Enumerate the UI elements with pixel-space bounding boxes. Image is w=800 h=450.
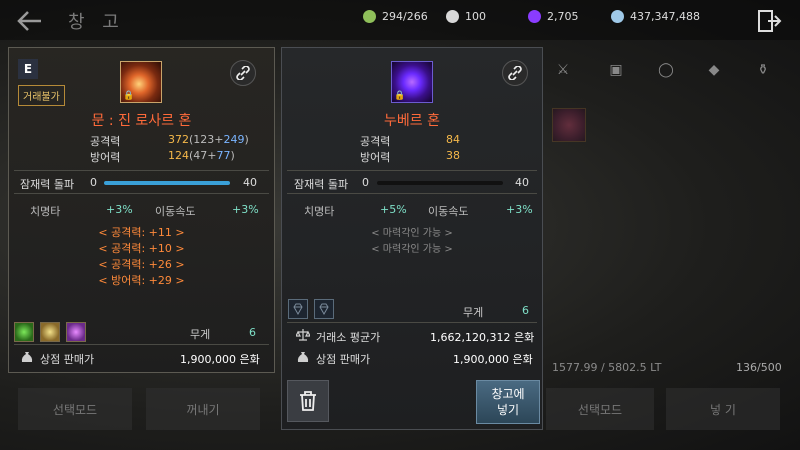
move-speed-label: 이동속도 <box>155 205 196 218</box>
inventory-tab-armor[interactable]: ▣ <box>605 62 627 84</box>
scale-icon <box>295 328 311 342</box>
lock-icon: 🔒 <box>394 91 406 101</box>
inventory-tab-accessory[interactable]: ◯ <box>655 62 677 84</box>
shop-price-label: 상점 판매가 <box>316 353 371 366</box>
resource-pearl: 100 <box>446 10 486 23</box>
coin-bag-icon <box>296 350 310 364</box>
trade-restricted-badge: 거래불가 <box>18 85 65 106</box>
take-out-button[interactable]: 꺼내기 <box>146 388 260 430</box>
weight-value: 6 <box>249 326 256 339</box>
pearl-icon <box>446 10 459 23</box>
potential-min: 0 <box>90 176 97 189</box>
resource-silver: 437,347,488 <box>611 10 700 23</box>
store-button-label: 창고에 넣기 <box>491 387 525 417</box>
potential-max: 40 <box>243 176 257 189</box>
shop-price-value: 1,900,000 은화 <box>453 353 533 366</box>
attack-value: 372(123+249) <box>168 133 249 146</box>
divider <box>14 344 269 345</box>
link-icon[interactable] <box>230 60 256 86</box>
attack-value: 84 <box>446 133 460 146</box>
potential-bar <box>377 181 503 185</box>
gem-slot-gold <box>40 322 60 342</box>
select-mode-button-right[interactable]: 선택모드 <box>546 388 654 430</box>
potential-label: 잠재력 돌파 <box>20 178 75 191</box>
weight-label: 무게 <box>190 328 211 341</box>
lock-icon: 🔒 <box>123 91 135 101</box>
attack-label: 공격력 <box>90 135 121 148</box>
shop-price-label: 상점 판매가 <box>40 353 95 366</box>
weight-label: 무게 <box>463 306 484 319</box>
item-name: 누베르 혼 <box>384 113 440 129</box>
delete-button[interactable] <box>287 380 329 422</box>
divider <box>287 322 537 323</box>
attack-label: 공격력 <box>360 135 391 148</box>
inventory-count: 136/500 <box>736 361 782 374</box>
silver-icon <box>611 10 624 23</box>
select-mode-button-left[interactable]: 선택모드 <box>18 388 132 430</box>
divider <box>287 170 537 171</box>
defense-value: 38 <box>446 149 460 162</box>
potential-bar <box>104 181 230 185</box>
item-name: 문 : 진 로사르 혼 <box>91 113 192 129</box>
exit-icon[interactable] <box>756 8 782 34</box>
gem-slot-purple <box>66 322 86 342</box>
store-in-warehouse-button[interactable]: 창고에 넣기 <box>476 380 540 424</box>
market-price-label: 거래소 평균가 <box>316 331 381 344</box>
engrave-option: < 마력각인 가능 > <box>371 244 453 255</box>
crit-value: +5% <box>380 203 407 216</box>
soul-item-icon: 🔒 <box>391 61 433 103</box>
market-price-value: 1,662,120,312 은화 <box>430 331 535 344</box>
engrave-option: < 마력각인 가능 > <box>371 228 453 239</box>
move-speed-value: +3% <box>232 203 259 216</box>
rune-option: < 공격력: +26 > <box>98 258 185 271</box>
soul-item-icon: 🔒 <box>120 61 162 103</box>
shop-price-value: 1,900,000 은화 <box>180 353 260 366</box>
gem-slot-green <box>14 322 34 342</box>
move-speed-value: +3% <box>506 203 533 216</box>
divider <box>287 193 537 194</box>
resource-energy: 294/266 <box>363 10 428 23</box>
gem-icon <box>528 10 541 23</box>
back-arrow-icon[interactable] <box>14 8 44 34</box>
put-in-button[interactable]: 넣 기 <box>666 388 780 430</box>
trash-icon <box>300 391 316 411</box>
divider <box>14 193 269 194</box>
empty-gem-slot-icon <box>288 299 308 319</box>
inventory-tab-etc[interactable]: ⚱ <box>752 62 774 84</box>
inventory-panel <box>545 55 795 395</box>
resource-gem: 2,705 <box>528 10 579 23</box>
potential-bar-fill <box>104 181 230 185</box>
empty-gem-slot-icon <box>314 299 334 319</box>
potential-label: 잠재력 돌파 <box>294 178 349 191</box>
crit-label: 치명타 <box>30 205 61 218</box>
move-speed-label: 이동속도 <box>428 205 469 218</box>
inventory-tab-weapon[interactable]: ⚔ <box>552 62 574 84</box>
divider <box>14 170 269 171</box>
link-icon[interactable] <box>502 60 528 86</box>
crit-label: 치명타 <box>304 205 335 218</box>
potential-max: 40 <box>515 176 529 189</box>
defense-value: 124(47+77) <box>168 149 235 162</box>
energy-icon <box>363 10 376 23</box>
rune-option: < 방어력: +29 > <box>98 274 185 287</box>
rune-option: < 공격력: +11 > <box>98 226 185 239</box>
potential-min: 0 <box>362 176 369 189</box>
grade-badge: E <box>18 59 38 79</box>
defense-label: 방어력 <box>90 151 121 164</box>
page-title: 창 고 <box>68 12 125 33</box>
coin-bag-icon <box>20 350 34 364</box>
defense-label: 방어력 <box>360 151 391 164</box>
crit-value: +3% <box>106 203 133 216</box>
rune-option: < 공격력: +10 > <box>98 242 185 255</box>
inventory-weight: 1577.99 / 5802.5 LT <box>552 361 662 374</box>
inventory-item-slot[interactable] <box>552 108 586 142</box>
weight-value: 6 <box>522 304 529 317</box>
inventory-tab-soul[interactable]: ◆ <box>703 62 725 84</box>
